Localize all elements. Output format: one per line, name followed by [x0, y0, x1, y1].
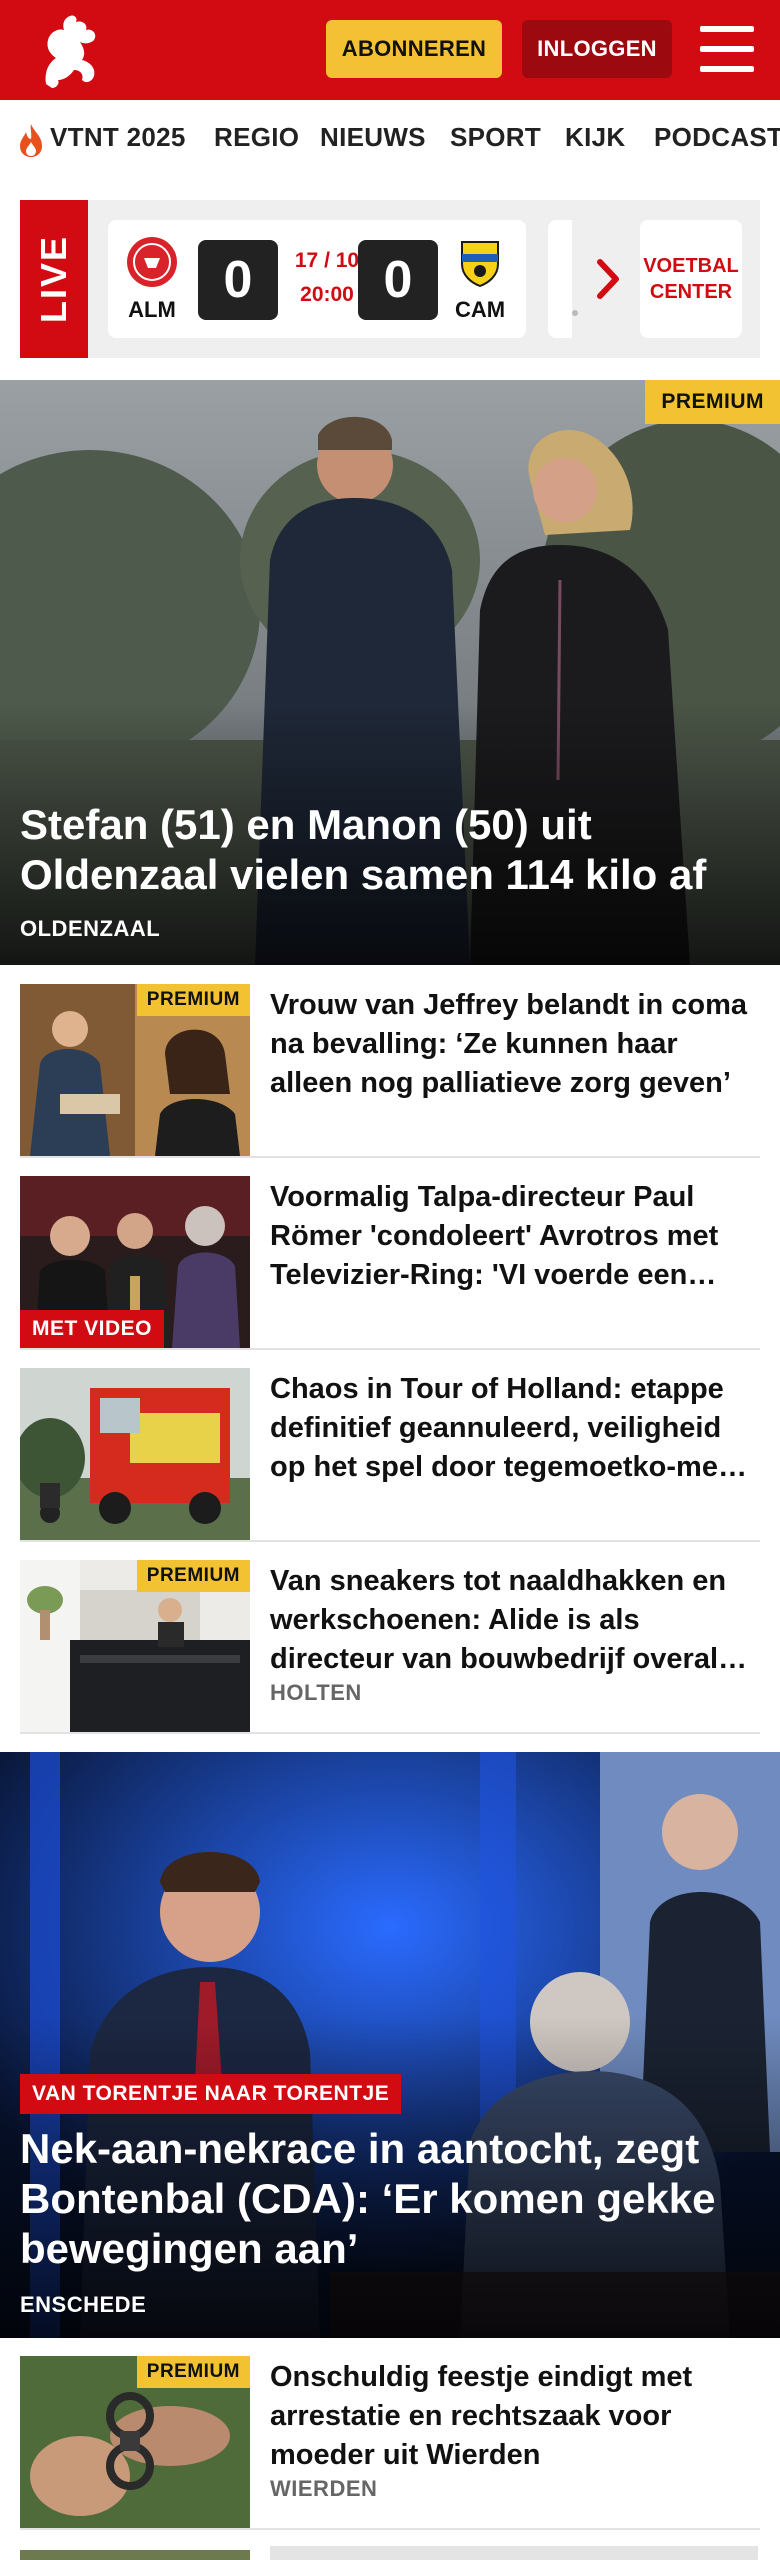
article-item[interactable]: MET VIDEO Voormalig Talpa-directeur Paul… — [20, 1158, 760, 1350]
hero-location: OLDENZAAL — [20, 916, 161, 941]
article-location: HOLTEN — [270, 1680, 362, 1705]
cambuur-logo-icon — [461, 241, 499, 288]
article-title[interactable]: Van sneakers tot naaldhakken en werkscho… — [270, 1562, 758, 1679]
voetbal-center-line2: CENTER — [649, 281, 733, 303]
next-match-card-peek[interactable] — [548, 220, 572, 338]
nav-item-kijk[interactable]: KIJK — [565, 122, 625, 153]
live-scores-bar: LIVE ALM 0 17 / 10 20:00 0 CAM VOETBAL C… — [20, 200, 760, 358]
article-item[interactable]: PREMIUM Onschuldig feestje eindigt met a… — [20, 2338, 760, 2530]
article-item[interactable]: PREMIUM Vrouw van Jeffrey belandt in com… — [20, 966, 760, 1158]
feature-article[interactable]: VAN TORENTJE NAAR TORENTJE Nek-aan-nekra… — [0, 1752, 780, 2338]
article-thumbnail — [20, 1368, 250, 1540]
article-item-peek[interactable] — [20, 2532, 760, 2560]
login-button[interactable]: INLOGGEN — [522, 20, 672, 78]
feature-location: ENSCHEDE — [20, 2292, 147, 2317]
live-label: LIVE — [20, 200, 88, 358]
match-card[interactable]: ALM 0 17 / 10 20:00 0 CAM — [108, 220, 526, 338]
article-title[interactable]: Onschuldig feestje eindigt met arrestati… — [270, 2358, 758, 2475]
video-badge: MET VIDEO — [20, 1310, 165, 1348]
nav-item-regio[interactable]: REGIO — [214, 122, 299, 153]
premium-badge: PREMIUM — [136, 2356, 250, 2388]
premium-badge: PREMIUM — [645, 380, 780, 424]
hero-title[interactable]: Stefan (51) en Manon (50) uit Oldenzaal … — [20, 800, 720, 900]
home-team-abbr: ALM — [128, 297, 176, 322]
away-team-abbr: CAM — [454, 297, 506, 322]
article-title-peek — [270, 2546, 758, 2560]
peek-dot — [572, 310, 578, 316]
top-header: ABONNEREN INLOGGEN — [0, 0, 780, 100]
nav-item-vtnt[interactable]: VTNT 2025 — [50, 122, 186, 153]
home-team: ALM — [122, 236, 182, 323]
article-title[interactable]: Vrouw van Jeffrey belandt in coma na bev… — [270, 986, 758, 1103]
main-navigation: VTNT 2025 REGIO NIEUWS SPORT KIJK PODCAS… — [0, 100, 780, 180]
chevron-right-icon[interactable] — [592, 252, 626, 306]
home-score: 0 — [198, 240, 278, 320]
article-thumbnail: PREMIUM — [20, 984, 250, 1156]
article-item[interactable]: PREMIUM Van sneakers tot naaldhakken en … — [20, 1542, 760, 1734]
voetbal-center-link[interactable]: VOETBAL CENTER — [640, 220, 742, 338]
flame-icon — [20, 124, 42, 157]
article-thumbnail: MET VIDEO — [20, 1176, 250, 1348]
nav-item-podcast[interactable]: PODCAST — [654, 122, 780, 153]
article-thumbnail: PREMIUM — [20, 2356, 250, 2528]
almere-city-logo-icon — [127, 237, 177, 287]
tubantia-horse-logo[interactable] — [34, 10, 108, 90]
hero-article[interactable]: PREMIUM Stefan (51) en Manon (50) uit Ol… — [0, 380, 780, 965]
article-thumbnail — [20, 2550, 250, 2560]
article-location: WIERDEN — [270, 2476, 378, 2501]
premium-badge: PREMIUM — [136, 1560, 250, 1592]
nav-item-sport[interactable]: SPORT — [450, 122, 541, 153]
series-label-badge: VAN TORENTJE NAAR TORENTJE — [20, 2074, 402, 2114]
article-title[interactable]: Chaos in Tour of Holland: etappe definit… — [270, 1370, 758, 1487]
menu-icon[interactable] — [700, 26, 754, 72]
voetbal-center-line1: VOETBAL — [643, 255, 739, 277]
away-score: 0 — [358, 240, 438, 320]
nav-item-nieuws[interactable]: NIEUWS — [320, 122, 426, 153]
feature-title[interactable]: Nek-aan-nekrace in aantocht, zegt Bonten… — [20, 2124, 740, 2274]
subscribe-button[interactable]: ABONNEREN — [326, 20, 502, 78]
article-thumbnail: PREMIUM — [20, 1560, 250, 1732]
article-item[interactable]: Chaos in Tour of Holland: etappe definit… — [20, 1350, 760, 1542]
article-title[interactable]: Voormalig Talpa-directeur Paul Römer 'co… — [270, 1178, 758, 1295]
away-team: CAM — [450, 236, 510, 323]
premium-badge: PREMIUM — [136, 984, 250, 1016]
